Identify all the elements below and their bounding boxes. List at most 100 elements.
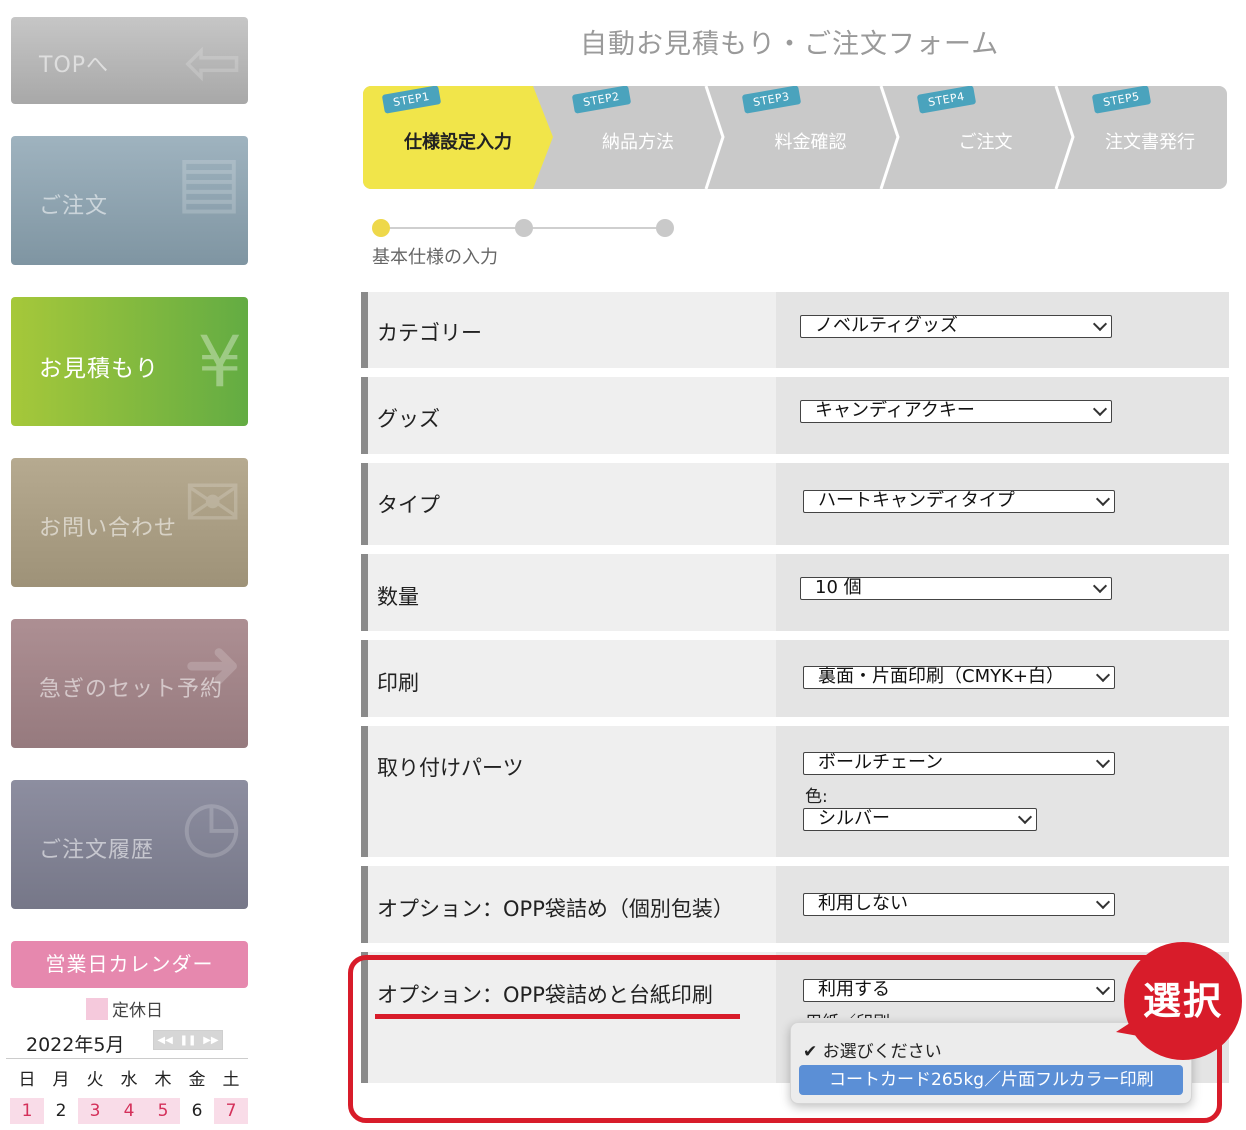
step-2-label: 納品方法 xyxy=(602,132,674,153)
calendar-title: 営業日カレンダー xyxy=(11,941,248,988)
form-row-print: 印刷 裏面・片面印刷（CMYK+白） xyxy=(361,640,1229,717)
opp-select-value: 利用しない xyxy=(818,893,908,914)
checkmark-icon: ✔ xyxy=(803,1042,818,1062)
calendar-day: 5 xyxy=(146,1098,180,1124)
step-indicator: STEP1 仕様設定入力 STEP2 納品方法 STEP3 料金確認 STEP4… xyxy=(363,86,1227,189)
step-1-tag: STEP1 xyxy=(381,86,442,114)
chevron-down-icon xyxy=(1092,578,1108,594)
parts-select-value: ボールチェーン xyxy=(818,752,944,773)
step-1: STEP1 仕様設定入力 xyxy=(363,86,553,189)
sidebar-top-button[interactable]: TOPへ ⇦ xyxy=(11,17,248,104)
step-5-label: 注文書発行 xyxy=(1105,132,1195,153)
goods-label: グッズ xyxy=(377,407,440,431)
print-select-value: 裏面・片面印刷（CMYK+白） xyxy=(818,666,1064,687)
goods-select[interactable]: キャンディアクキー xyxy=(800,400,1112,423)
arrow-back-icon: ⇦ xyxy=(183,21,242,103)
chevron-down-icon xyxy=(1017,809,1033,825)
category-label: カテゴリー xyxy=(377,321,482,345)
chevron-down-icon xyxy=(1095,753,1111,769)
sidebar-order-button[interactable]: ご注文 ▤ xyxy=(11,136,248,265)
chevron-down-icon xyxy=(1095,491,1111,507)
step-5: STEP5 注文書発行 xyxy=(1073,86,1227,189)
sidebar-estimate-button[interactable]: お見積もり ¥ xyxy=(11,297,248,426)
calendar-day: 4 xyxy=(112,1098,146,1124)
calendar-day: 1 xyxy=(10,1098,44,1124)
chevron-down-icon xyxy=(1092,316,1108,332)
dropdown-option-default-label: お選びください xyxy=(822,1042,942,1062)
sidebar-history-label: ご注文履歴 xyxy=(39,838,155,863)
quantity-label: 数量 xyxy=(377,585,419,609)
parts-color-label: 色: xyxy=(805,787,828,807)
progress-label: 基本仕様の入力 xyxy=(372,247,498,268)
progress-dot-current xyxy=(372,219,390,237)
goods-select-value: キャンディアクキー xyxy=(815,400,975,421)
calendar-day: 2 xyxy=(55,1101,67,1121)
weekday: 金 xyxy=(188,1070,206,1090)
weekday: 月 xyxy=(52,1070,70,1090)
quantity-select-value: 10 個 xyxy=(815,577,862,598)
quantity-select[interactable]: 10 個 xyxy=(800,577,1112,600)
step-5-tag: STEP5 xyxy=(1091,86,1152,114)
current-month-icon[interactable]: ❚❚ xyxy=(180,1035,197,1046)
clock-icon: ◷ xyxy=(180,784,242,866)
type-select[interactable]: ハートキャンディタイプ xyxy=(803,490,1115,513)
form-row-parts: 取り付けパーツ ボールチェーン 色: シルバー xyxy=(361,726,1229,857)
calendar-nav[interactable]: ◀◀ ❚❚ ▶▶ xyxy=(153,1030,223,1050)
select-badge: 選択 xyxy=(1124,942,1242,1060)
print-label: 印刷 xyxy=(377,671,419,695)
sidebar-contact-button[interactable]: お問い合わせ ✉ xyxy=(11,458,248,587)
parts-color-select[interactable]: シルバー xyxy=(803,808,1037,831)
step-1-label: 仕様設定入力 xyxy=(404,132,512,153)
next-month-icon[interactable]: ▶▶ xyxy=(203,1035,218,1046)
progress-dot xyxy=(515,219,533,237)
weekday: 日 xyxy=(18,1070,36,1090)
sidebar-top-label: TOPへ xyxy=(39,53,110,78)
calendar-month: 2022年5月 xyxy=(26,1034,125,1056)
yen-arrow-icon: ¥ xyxy=(197,321,242,403)
category-select-value: ノベルティグッズ xyxy=(815,315,958,336)
prev-month-icon[interactable]: ◀◀ xyxy=(157,1035,172,1046)
parts-select[interactable]: ボールチェーン xyxy=(803,752,1115,775)
weekday: 木 xyxy=(154,1070,172,1090)
parts-label: 取り付けパーツ xyxy=(377,756,524,780)
step-3-tag: STEP3 xyxy=(741,86,802,114)
calendar-day: 3 xyxy=(78,1098,112,1124)
sidebar-set-reservation-button[interactable]: 急ぎのセット予約 ➜ xyxy=(11,619,248,748)
step-3-label: 料金確認 xyxy=(774,132,847,153)
holiday-swatch xyxy=(86,997,108,1020)
mail-icon: ✉ xyxy=(183,462,242,544)
sidebar-contact-label: お問い合わせ xyxy=(39,516,178,541)
document-icon: ▤ xyxy=(175,140,242,222)
weekday: 火 xyxy=(86,1070,104,1090)
calendar-day: 6 xyxy=(191,1101,203,1121)
calendar-divider xyxy=(6,1058,248,1059)
sidebar-estimate-label: お見積もり xyxy=(39,356,159,382)
opp-label: オプション：OPP袋詰め（個別包装） xyxy=(377,897,734,921)
print-select[interactable]: 裏面・片面印刷（CMYK+白） xyxy=(803,666,1115,689)
step-4-label: ご注文 xyxy=(958,132,1013,153)
calendar-grid: 日 月 火 水 木 金 土 1 2 3 4 5 6 7 xyxy=(10,1068,248,1124)
step-3: STEP3 料金確認 xyxy=(723,86,898,189)
calendar-legend: 定休日 xyxy=(86,996,163,1021)
step-2-tag: STEP2 xyxy=(571,86,632,114)
page-title: 自動お見積もり・ご注文フォーム xyxy=(580,29,1000,60)
form-row-type: タイプ ハートキャンディタイプ xyxy=(361,463,1229,545)
dropdown-option-default[interactable]: ✔ お選びください xyxy=(803,1037,942,1062)
form-row-opp: オプション：OPP袋詰め（個別包装） 利用しない xyxy=(361,866,1229,943)
sub-progress xyxy=(372,218,674,238)
category-select[interactable]: ノベルティグッズ xyxy=(800,315,1112,338)
form-row-quantity: 数量 10 個 xyxy=(361,554,1229,631)
weekday: 水 xyxy=(120,1070,138,1090)
form-row-goods: グッズ キャンディアクキー xyxy=(361,377,1229,454)
parts-color-select-value: シルバー xyxy=(818,808,890,829)
step-2: STEP2 納品方法 xyxy=(553,86,723,189)
arrow-right-icon: ➜ xyxy=(183,623,242,705)
step-4-tag: STEP4 xyxy=(916,86,977,114)
step-4: STEP4 ご注文 xyxy=(898,86,1073,189)
sidebar-history-button[interactable]: ご注文履歴 ◷ xyxy=(11,780,248,909)
type-label: タイプ xyxy=(377,493,440,517)
form-row-category: カテゴリー ノベルティグッズ xyxy=(361,292,1229,368)
opp-select[interactable]: 利用しない xyxy=(803,893,1115,916)
type-select-value: ハートキャンディタイプ xyxy=(818,490,1015,511)
dropdown-option-selected[interactable]: コートカード265kg／片面フルカラー印刷 xyxy=(799,1065,1183,1095)
